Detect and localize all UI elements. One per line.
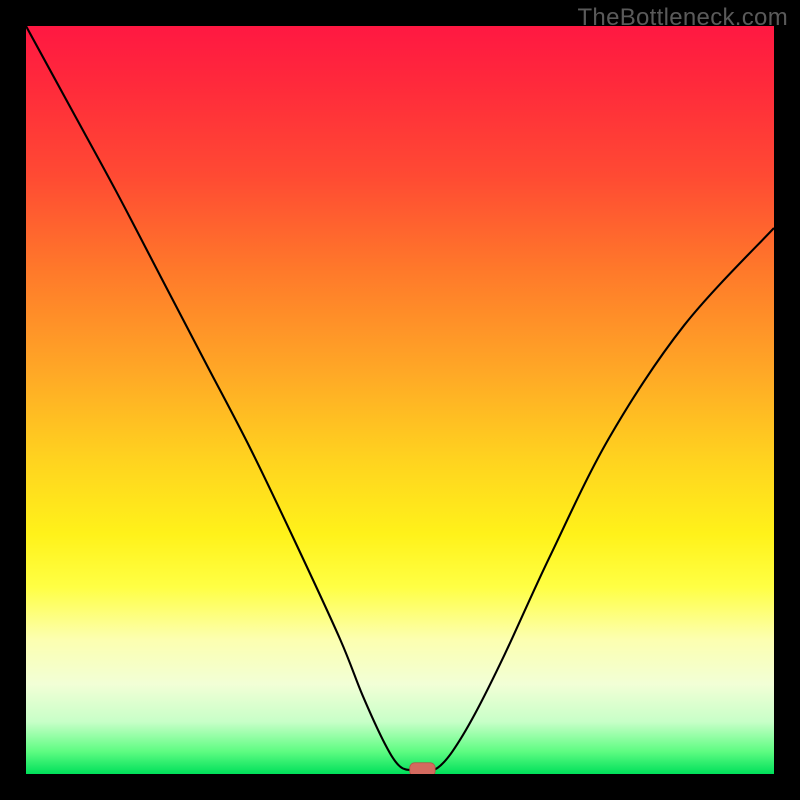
- watermark: TheBottleneck.com: [577, 4, 788, 32]
- plot-area: [26, 26, 774, 774]
- chart-svg: [26, 26, 774, 774]
- marker-bead: [410, 763, 435, 774]
- chart-frame: TheBottleneck.com: [0, 0, 800, 800]
- bottleneck-curve: [26, 26, 774, 771]
